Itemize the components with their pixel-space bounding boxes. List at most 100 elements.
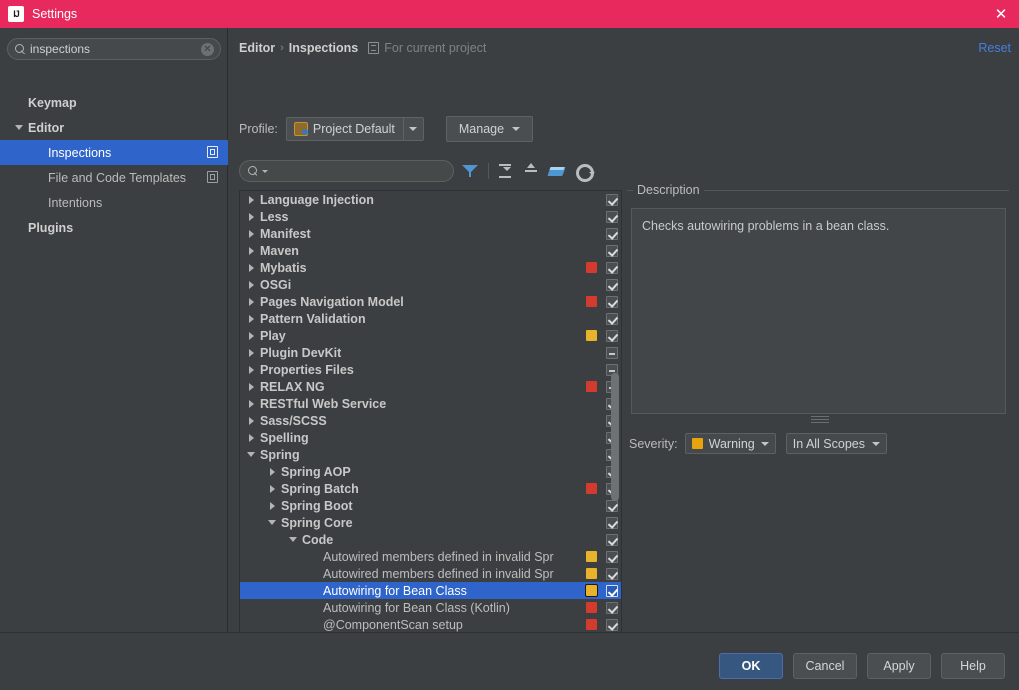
description-resize-handle[interactable]: [811, 416, 829, 423]
chevron-right-icon[interactable]: [246, 364, 257, 375]
severity-indicator-red[interactable]: [586, 602, 597, 613]
tree-row[interactable]: OSGi: [240, 276, 621, 293]
breadcrumb-item-inspections[interactable]: Inspections: [289, 41, 358, 55]
severity-indicator-red[interactable]: [586, 483, 597, 494]
tree-row-checkbox[interactable]: [606, 619, 618, 631]
tree-row-checkbox[interactable]: [606, 551, 618, 563]
sidebar-item-plugins[interactable]: Plugins: [0, 215, 228, 240]
tree-row-checkbox[interactable]: [606, 330, 618, 342]
tree-row-checkbox[interactable]: [606, 228, 618, 240]
tree-row-checkbox[interactable]: [606, 211, 618, 223]
tree-row[interactable]: Properties Files: [240, 361, 621, 378]
tree-row-checkbox[interactable]: [606, 313, 618, 325]
chevron-right-icon[interactable]: [246, 398, 257, 409]
chevron-down-icon[interactable]: [246, 449, 257, 460]
tree-row[interactable]: @ComponentScan setup: [240, 616, 621, 633]
chevron-right-icon[interactable]: [246, 347, 257, 358]
tree-row[interactable]: Spring AOP: [240, 463, 621, 480]
chevron-right-icon[interactable]: [246, 279, 257, 290]
tree-row[interactable]: Play: [240, 327, 621, 344]
tree-row[interactable]: Pattern Validation: [240, 310, 621, 327]
sidebar-search-box[interactable]: inspections ✕: [7, 38, 221, 60]
tree-row-checkbox[interactable]: [606, 534, 618, 546]
sidebar-item-inspections[interactable]: Inspections: [0, 140, 228, 165]
clear-icon[interactable]: ✕: [201, 42, 214, 56]
severity-indicator-red[interactable]: [586, 296, 597, 307]
tree-row-checkbox[interactable]: [606, 296, 618, 308]
tree-row-checkbox[interactable]: [606, 568, 618, 580]
copy-settings-icon[interactable]: [207, 171, 218, 183]
chevron-right-icon[interactable]: [246, 211, 257, 222]
cancel-button[interactable]: Cancel: [793, 653, 857, 679]
tree-row[interactable]: Spring Boot: [240, 497, 621, 514]
chevron-down-icon[interactable]: [262, 169, 268, 173]
chevron-right-icon[interactable]: [246, 245, 257, 256]
profile-combobox[interactable]: Project Default: [285, 117, 424, 141]
sidebar-item-editor[interactable]: Editor: [0, 115, 228, 140]
copy-settings-icon[interactable]: [207, 146, 218, 158]
tree-row[interactable]: Mybatis: [240, 259, 621, 276]
collapse-all-icon[interactable]: [521, 161, 541, 181]
expand-all-icon[interactable]: [495, 161, 515, 181]
chevron-right-icon[interactable]: [246, 228, 257, 239]
chevron-right-icon[interactable]: [246, 330, 257, 341]
tree-row[interactable]: Manifest: [240, 225, 621, 242]
tree-row[interactable]: Spring Batch: [240, 480, 621, 497]
close-icon[interactable]: ✕: [991, 4, 1011, 24]
chevron-right-icon[interactable]: [246, 262, 257, 273]
manage-button[interactable]: Manage: [445, 116, 534, 142]
tree-row[interactable]: Spring: [240, 446, 621, 463]
tree-row[interactable]: Autowired members defined in invalid Spr: [240, 548, 621, 565]
sidebar-item-keymap[interactable]: Keymap: [0, 90, 228, 115]
tree-row-checkbox[interactable]: [606, 500, 618, 512]
ok-button[interactable]: OK: [719, 653, 783, 679]
chevron-right-icon[interactable]: [267, 483, 278, 494]
tree-row[interactable]: Spelling: [240, 429, 621, 446]
scope-combobox[interactable]: In All Scopes: [785, 433, 887, 454]
tree-row-checkbox[interactable]: [606, 602, 618, 614]
tree-row[interactable]: Autowired members defined in invalid Spr: [240, 565, 621, 582]
severity-indicator-red[interactable]: [586, 262, 597, 273]
tree-row-checkbox[interactable]: [606, 245, 618, 257]
tree-row-checkbox[interactable]: [606, 585, 618, 597]
tree-scrollbar-thumb[interactable]: [611, 373, 619, 501]
reset-to-defaults-icon[interactable]: [547, 161, 567, 181]
severity-indicator-yellow[interactable]: [586, 330, 597, 341]
inspection-search-input[interactable]: [239, 160, 454, 182]
tree-row[interactable]: Less: [240, 208, 621, 225]
severity-indicator-red[interactable]: [586, 619, 597, 630]
chevron-right-icon[interactable]: [246, 194, 257, 205]
tree-row[interactable]: RESTful Web Service: [240, 395, 621, 412]
tree-row[interactable]: Pages Navigation Model: [240, 293, 621, 310]
chevron-right-icon[interactable]: [267, 466, 278, 477]
tree-row[interactable]: Autowiring for Bean Class (Kotlin): [240, 599, 621, 616]
tree-row-checkbox[interactable]: [606, 194, 618, 206]
chevron-down-icon[interactable]: [267, 517, 278, 528]
severity-indicator-yellow[interactable]: [586, 551, 597, 562]
reset-link[interactable]: Reset: [978, 41, 1011, 55]
chevron-right-icon[interactable]: [246, 296, 257, 307]
settings-gear-icon[interactable]: [573, 161, 595, 182]
chevron-down-icon[interactable]: [14, 122, 25, 133]
tree-row[interactable]: Plugin DevKit: [240, 344, 621, 361]
chevron-right-icon[interactable]: [246, 381, 257, 392]
chevron-down-icon[interactable]: [402, 118, 423, 140]
chevron-right-icon[interactable]: [246, 415, 257, 426]
tree-row[interactable]: RELAX NG: [240, 378, 621, 395]
tree-row[interactable]: Sass/SCSS: [240, 412, 621, 429]
severity-indicator-yellow[interactable]: [586, 568, 597, 579]
tree-row[interactable]: Autowiring for Bean Class: [240, 582, 621, 599]
tree-row[interactable]: Maven: [240, 242, 621, 259]
apply-button[interactable]: Apply: [867, 653, 931, 679]
severity-indicator-red[interactable]: [586, 381, 597, 392]
chevron-right-icon[interactable]: [246, 432, 257, 443]
tree-row-checkbox[interactable]: [606, 517, 618, 529]
tree-row-checkbox[interactable]: [606, 262, 618, 274]
tree-row[interactable]: Code: [240, 531, 621, 548]
help-button[interactable]: Help: [941, 653, 1005, 679]
chevron-right-icon[interactable]: [267, 500, 278, 511]
severity-indicator-yellow[interactable]: [585, 584, 598, 597]
breadcrumb-item-editor[interactable]: Editor: [239, 41, 275, 55]
sidebar-search-input[interactable]: inspections: [30, 42, 201, 56]
tree-row[interactable]: Spring Core: [240, 514, 621, 531]
